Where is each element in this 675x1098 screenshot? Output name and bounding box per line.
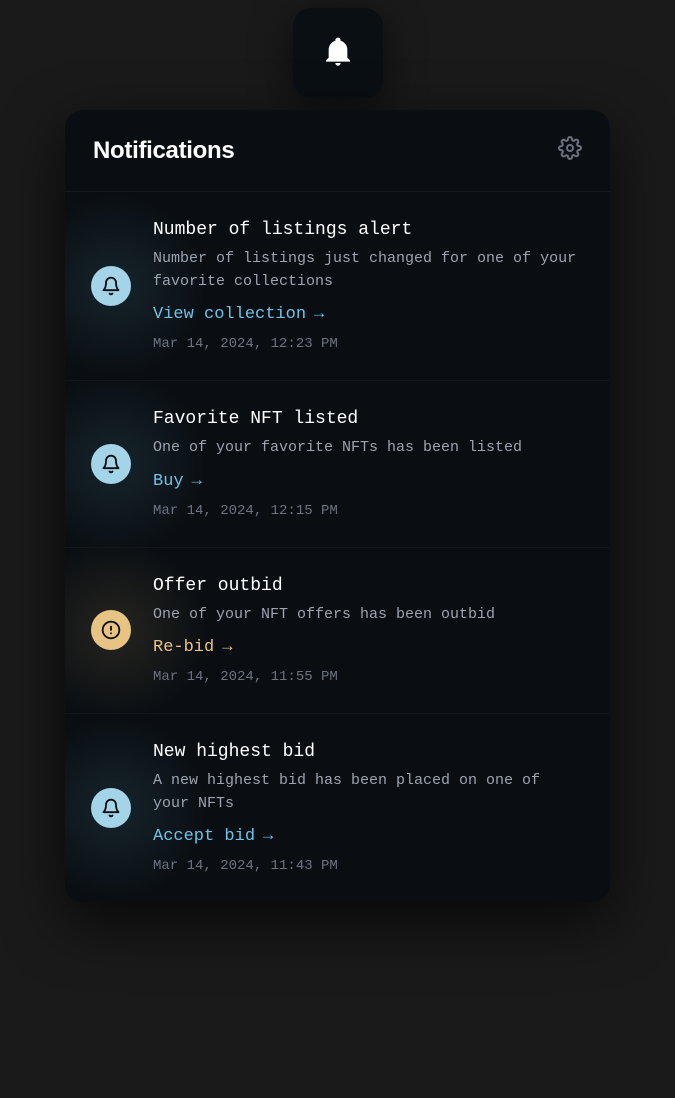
notification-item[interactable]: New highest bid A new highest bid has bee… xyxy=(65,714,610,902)
notification-action-link[interactable]: Accept bid → xyxy=(153,827,584,846)
bell-icon xyxy=(91,266,131,306)
notification-timestamp: Mar 14, 2024, 12:15 PM xyxy=(153,503,584,519)
action-label: View collection xyxy=(153,305,306,324)
gear-icon xyxy=(558,136,582,165)
action-label: Re-bid xyxy=(153,638,214,657)
arrow-right-icon: → xyxy=(222,638,232,657)
notification-content: Favorite NFT listed One of your favorite … xyxy=(153,409,584,519)
notification-content: New highest bid A new highest bid has bee… xyxy=(153,742,584,874)
bell-icon xyxy=(322,35,354,72)
notification-item[interactable]: Number of listings alert Number of listin… xyxy=(65,192,610,381)
arrow-right-icon: → xyxy=(314,305,324,324)
notification-title: Offer outbid xyxy=(153,576,584,596)
notification-description: One of your NFT offers has been outbid xyxy=(153,604,584,627)
notification-action-link[interactable]: View collection → xyxy=(153,305,584,324)
arrow-right-icon: → xyxy=(192,472,202,491)
notification-timestamp: Mar 14, 2024, 11:55 PM xyxy=(153,669,584,685)
settings-button[interactable] xyxy=(558,136,582,165)
action-label: Buy xyxy=(153,472,184,491)
notification-timestamp: Mar 14, 2024, 11:43 PM xyxy=(153,858,584,874)
notification-timestamp: Mar 14, 2024, 12:23 PM xyxy=(153,336,584,352)
notification-description: One of your favorite NFTs has been liste… xyxy=(153,437,584,460)
notification-title: Number of listings alert xyxy=(153,220,584,240)
bell-toggle-button[interactable] xyxy=(293,8,383,98)
notification-action-link[interactable]: Re-bid → xyxy=(153,638,584,657)
notification-item[interactable]: Favorite NFT listed One of your favorite … xyxy=(65,381,610,548)
notification-content: Number of listings alert Number of listin… xyxy=(153,220,584,352)
notifications-panel: Notifications Number of listings alertNu… xyxy=(65,110,610,902)
notification-description: Number of listings just changed for one … xyxy=(153,248,584,293)
alert-icon xyxy=(91,610,131,650)
notification-action-link[interactable]: Buy → xyxy=(153,472,584,491)
notification-content: Offer outbid One of your NFT offers has b… xyxy=(153,576,584,686)
panel-title: Notifications xyxy=(93,137,234,165)
action-label: Accept bid xyxy=(153,827,255,846)
arrow-right-icon: → xyxy=(263,827,273,846)
panel-header: Notifications xyxy=(65,110,610,192)
bell-icon xyxy=(91,444,131,484)
notification-title: Favorite NFT listed xyxy=(153,409,584,429)
notification-item[interactable]: Offer outbid One of your NFT offers has b… xyxy=(65,548,610,715)
notification-title: New highest bid xyxy=(153,742,584,762)
bell-icon xyxy=(91,788,131,828)
notification-list: Number of listings alert Number of listin… xyxy=(65,192,610,902)
notification-description: A new highest bid has been placed on one… xyxy=(153,770,584,815)
